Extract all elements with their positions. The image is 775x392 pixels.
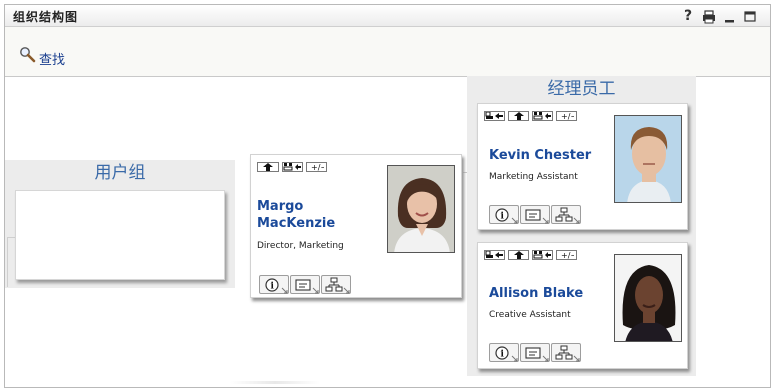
photo-kevin (614, 115, 682, 203)
card-action-buttons: i (489, 205, 581, 224)
svg-text:i: i (501, 350, 505, 360)
svg-text:+/−: +/− (311, 163, 324, 171)
card-nav-buttons: +/− (484, 111, 577, 121)
maximize-icon[interactable] (743, 9, 757, 23)
person-title-allison: Creative Assistant (489, 310, 571, 320)
plus-minus-icon[interactable]: +/− (306, 162, 327, 172)
title-bar: 组织结构图 ? (5, 5, 770, 27)
svg-text:+/−: +/− (561, 251, 574, 259)
person-card-focus: +/− Margo MacKenzie Director, Marketing … (250, 154, 462, 298)
info-icon[interactable]: i (489, 343, 519, 362)
person-name-line1: Margo (257, 199, 304, 214)
info-icon[interactable]: i (259, 275, 289, 294)
card-action-buttons: i (489, 343, 581, 362)
info-icon[interactable]: i (489, 205, 519, 224)
search-label: 查找 (39, 53, 66, 68)
person-name-margo[interactable]: Margo MacKenzie (257, 198, 377, 232)
window-title: 组织结构图 (13, 10, 79, 24)
users-group-box (15, 190, 225, 280)
employees-section-heading: 经理员工 (547, 79, 616, 99)
expand-org-icon[interactable] (282, 162, 303, 172)
bottom-divider (230, 381, 320, 384)
up-arrow-icon[interactable] (257, 162, 279, 172)
person-name-allison[interactable]: Allison Blake (489, 285, 583, 302)
photo-margo (387, 165, 455, 253)
card-action-buttons: i (259, 275, 351, 294)
up-arrow-icon[interactable] (508, 250, 529, 260)
help-icon[interactable]: ? (681, 9, 695, 23)
person-title-kevin: Marketing Assistant (489, 172, 578, 182)
photo-allison (614, 254, 682, 342)
svg-text:i: i (501, 212, 505, 222)
set-root-icon[interactable] (484, 111, 505, 121)
email-icon[interactable] (520, 343, 550, 362)
toolbar: 查找 (5, 27, 770, 77)
person-card-employee: +/− Kevin Chester Marketing Assistant i (477, 103, 688, 230)
plus-minus-icon[interactable]: +/− (556, 250, 577, 260)
print-icon[interactable] (702, 9, 716, 24)
up-arrow-icon[interactable] (508, 111, 529, 121)
users-section-heading: 用户组 (5, 160, 235, 188)
expand-org-icon[interactable] (532, 111, 553, 121)
org-chart-icon[interactable] (321, 275, 351, 294)
svg-text:+/−: +/− (561, 112, 574, 120)
minimize-icon[interactable] (723, 9, 737, 23)
plus-minus-icon[interactable]: +/− (556, 111, 577, 121)
magnifier-icon (19, 46, 37, 68)
expand-org-icon[interactable] (532, 250, 553, 260)
set-root-icon[interactable] (484, 250, 505, 260)
card-nav-buttons: +/− (484, 250, 577, 260)
org-chart-icon[interactable] (551, 205, 581, 224)
person-name-line2: MacKenzie (257, 216, 336, 231)
person-card-employee: +/− Allison Blake Creative Assistant i (477, 242, 688, 369)
card-nav-buttons: +/− (257, 162, 327, 172)
search-link[interactable]: 查找 (19, 41, 65, 68)
users-connector (7, 237, 15, 287)
email-icon[interactable] (290, 275, 320, 294)
svg-text:i: i (271, 282, 275, 292)
person-name-kevin[interactable]: Kevin Chester (489, 147, 591, 164)
email-icon[interactable] (520, 205, 550, 224)
org-chart-icon[interactable] (551, 343, 581, 362)
person-title-margo: Director, Marketing (257, 241, 344, 251)
